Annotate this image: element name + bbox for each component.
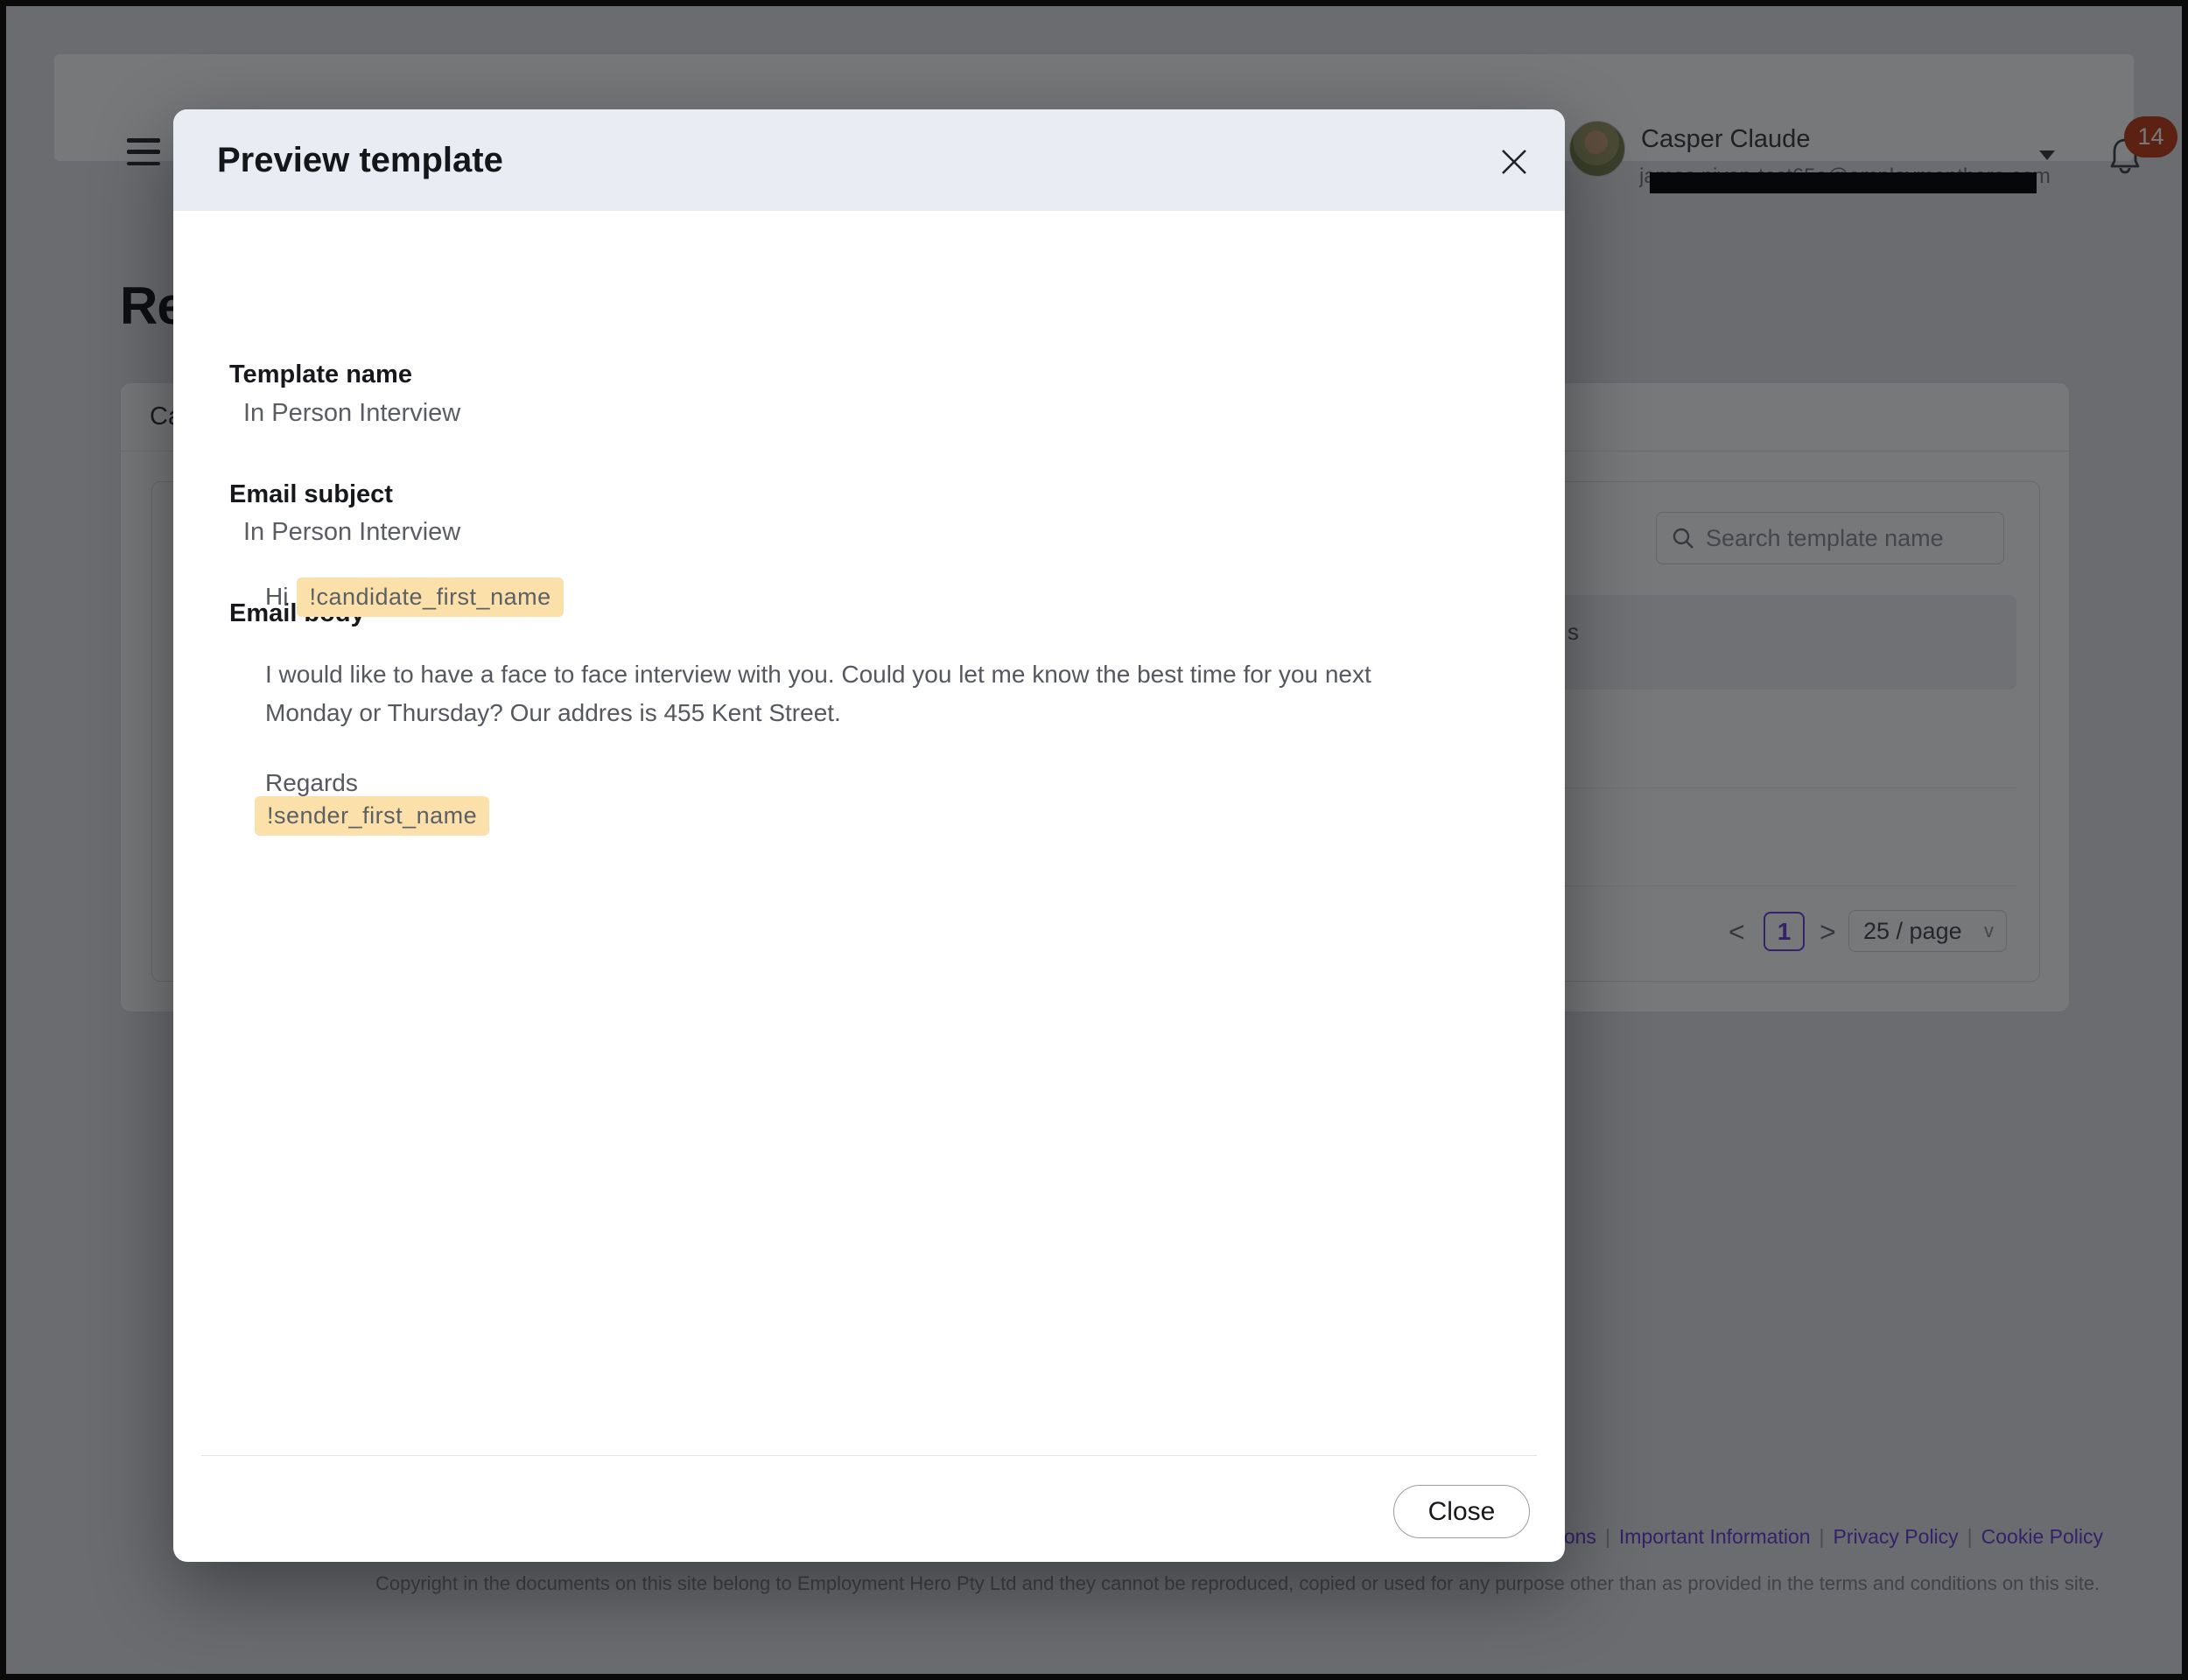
close-icon[interactable] xyxy=(1500,148,1528,176)
sender-token-line: !sender_first_name xyxy=(265,796,489,836)
sender-first-name-token: !sender_first_name xyxy=(255,796,489,836)
modal-header: Preview template xyxy=(173,109,1565,211)
email-body-regards: Regards xyxy=(265,769,358,797)
close-button[interactable]: Close xyxy=(1393,1485,1530,1538)
paragraph-line-2: Monday or Thursday? Our addres is 455 Ke… xyxy=(265,694,1371,732)
template-name-value: In Person Interview xyxy=(243,399,460,428)
candidate-first-name-token: !candidate_first_name xyxy=(297,578,563,617)
email-body-greeting: Hi !candidate_first_name xyxy=(265,578,564,617)
email-body-paragraph: I would like to have a face to face inte… xyxy=(265,655,1371,732)
app-page: Search... BETA Casper Claude james.niven… xyxy=(6,6,2182,1674)
screenshot-frame: Search... BETA Casper Claude james.niven… xyxy=(0,0,2188,1680)
email-subject-label: Email subject xyxy=(229,480,393,509)
greeting-text: Hi xyxy=(265,583,288,610)
template-name-label: Template name xyxy=(229,360,412,389)
email-subject-value: In Person Interview xyxy=(243,518,460,547)
modal-title: Preview template xyxy=(217,141,503,180)
paragraph-line-1: I would like to have a face to face inte… xyxy=(265,655,1371,694)
modal-footer-divider xyxy=(201,1455,1537,1456)
preview-template-modal: Preview template Template name In Person… xyxy=(173,109,1565,1562)
